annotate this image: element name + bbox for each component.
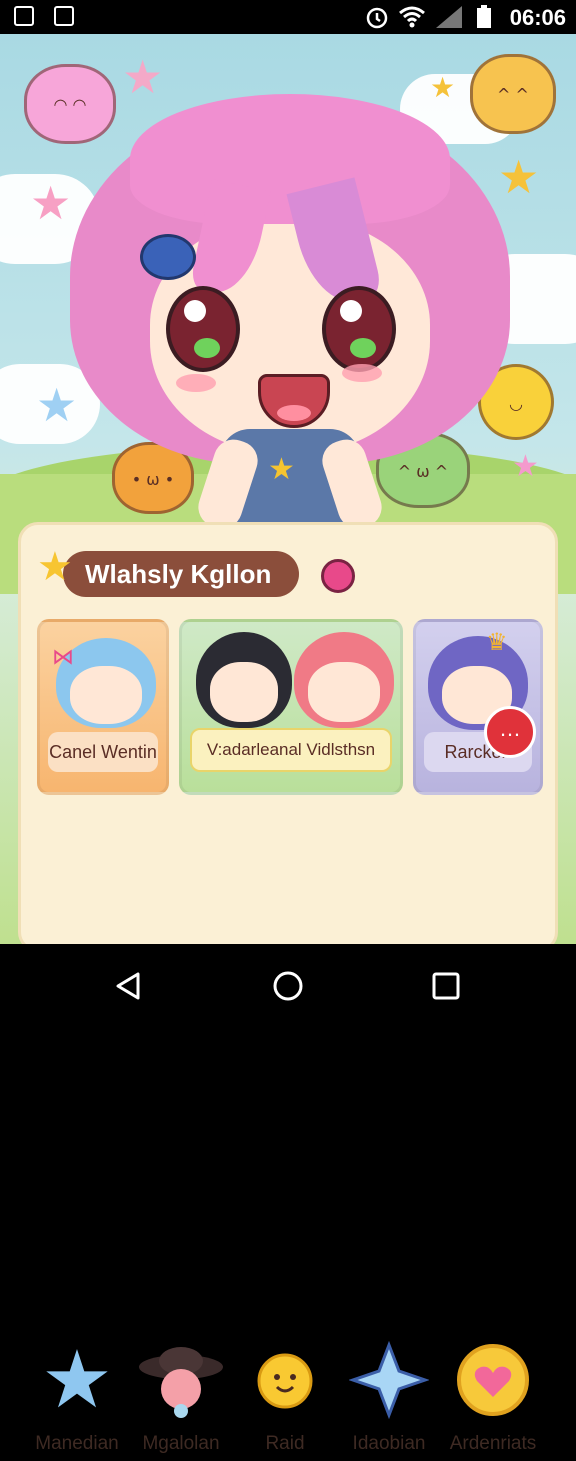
left-eye xyxy=(166,286,240,372)
heart-icon xyxy=(441,1341,545,1419)
title-star-icon: ★ xyxy=(37,545,73,589)
chat-badge-icon[interactable]: … xyxy=(484,706,536,758)
character-card-3[interactable]: ♛ Rarcken xyxy=(413,619,543,795)
star-necklace-icon: ★ xyxy=(268,453,295,486)
crown-icon: ♛ xyxy=(486,629,508,656)
sparkle-star-icon xyxy=(337,1341,441,1419)
navigation-bar xyxy=(0,944,576,1024)
blue-star-icon: ★ xyxy=(41,1335,113,1424)
sun-face-icon xyxy=(233,1341,337,1419)
signal-icon xyxy=(436,6,462,28)
menu-item-raid[interactable]: Raid xyxy=(233,1341,337,1461)
blush xyxy=(176,374,216,392)
pink-star-icon: ★ xyxy=(512,450,539,483)
clock: 06:06 xyxy=(509,5,566,30)
wifi-icon xyxy=(399,6,425,28)
card-label: Canel Wentin xyxy=(48,732,158,772)
card-art: ⋈ xyxy=(40,622,166,742)
back-icon[interactable] xyxy=(108,966,148,1006)
pink-star-icon: ★ xyxy=(30,177,72,229)
yellow-star-icon: ★ xyxy=(498,151,540,203)
hair-clip-icon xyxy=(140,234,196,280)
battery-icon xyxy=(477,5,491,28)
blush xyxy=(342,364,382,382)
smiley-notification-icon xyxy=(54,6,74,26)
home-icon[interactable] xyxy=(268,966,308,1006)
potion-icon xyxy=(321,559,355,593)
menu-label: Ardenriats xyxy=(449,1433,537,1454)
menu-label: Idaobian xyxy=(352,1433,426,1454)
menu-label: Manedian xyxy=(35,1433,119,1454)
right-eye xyxy=(322,286,396,372)
blue-star-icon: ★ xyxy=(36,379,78,431)
menu-item-idaobian[interactable]: Idaobian xyxy=(337,1341,441,1461)
hat-icon xyxy=(129,1341,233,1419)
alarm-icon xyxy=(366,7,388,29)
image-icon xyxy=(14,6,34,26)
menu-label: Raid xyxy=(265,1433,305,1454)
status-bar: 06:06 xyxy=(0,0,576,34)
character-card-2[interactable]: V:adarleanal Vidlsthsn xyxy=(179,619,403,795)
bow-icon: ⋈ xyxy=(52,644,74,669)
menu-item-manedian[interactable]: ★ Manedian xyxy=(25,1335,129,1461)
character-panel: Wlahsly Kgllon ★ ⋈ Canel Wentin V:adarle… xyxy=(18,522,558,1454)
menu-item-mgalolan[interactable]: Mgalolan xyxy=(129,1341,233,1461)
card-label: V:adarleanal Vidlsthsn xyxy=(190,728,392,772)
panel-title: Wlahsly Kgllon xyxy=(63,551,300,597)
pink-star-icon: ★ xyxy=(122,51,164,103)
menu-item-ardenriats[interactable]: Ardenriats xyxy=(441,1341,545,1461)
small-star-icon: ★ xyxy=(430,72,456,103)
yellow-cat-critter: ^ ^ xyxy=(470,54,556,134)
pink-cloud-critter: ◠ ◠ xyxy=(24,64,116,144)
menu-label: Mgalolan xyxy=(142,1433,220,1454)
card-art xyxy=(182,622,400,742)
character-card-1[interactable]: ⋈ Canel Wentin xyxy=(37,619,169,795)
recents-icon[interactable] xyxy=(426,966,466,1006)
